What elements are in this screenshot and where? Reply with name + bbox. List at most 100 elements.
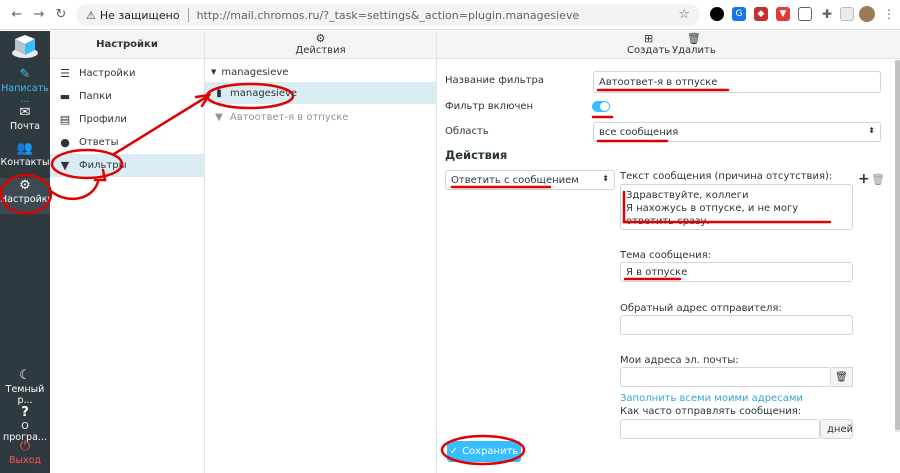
compose-icon: ✎ [19,67,31,82]
rail-settings-label: Настройки [0,194,54,205]
sliders-icon: ☰ [60,67,70,80]
translate-extension-icon[interactable]: G [732,7,746,21]
rail-dark-mode-label: Темный р... [5,384,45,406]
rail-logout[interactable]: ⏻ Выход [0,439,50,473]
settings-item-label: Фильтры [79,160,127,171]
trash-icon: 🗑 [686,32,701,45]
fill-addresses-link[interactable]: Заполнить всеми моими адресами [620,393,803,404]
url-text: http://mail.chromos.ru/?_task=settings&_… [196,8,580,22]
create-button-label: Создать [627,45,671,56]
settings-item-preferences[interactable]: ☰ Настройки [50,62,204,85]
rail-compose[interactable]: ✎ Написать ... [0,67,50,105]
settings-item-filters[interactable]: ▼ Фильтры [50,154,204,177]
filterset-header[interactable]: ▼ managesieve [205,62,436,82]
settings-item-label: Ответы [79,137,119,148]
filter-toolbar: ⊞ Создать 🗑 Удалить [437,31,900,59]
return-address-label: Обратный адрес отправителя: [620,303,782,314]
extension-icon[interactable] [710,7,724,21]
filter-item-vacation[interactable]: ▼ Автоответ-я в отпуске [205,106,436,128]
ublock-extension-icon[interactable]: ◆ [754,7,768,21]
rail-about[interactable]: ? О програ... [0,405,50,443]
settings-sections-column: Настройки ☰ Настройки ▬ Папки ▤ Профили … [50,31,205,473]
settings-item-responses[interactable]: ● Ответы [50,131,204,154]
form-scrollbar[interactable] [895,60,900,432]
scrollbar-thumb[interactable] [895,60,900,430]
return-address-input[interactable] [620,315,853,335]
filter-enabled-label: Фильтр включен [445,101,534,112]
scope-label: Область [445,126,489,137]
add-action-icon[interactable]: + [858,171,870,187]
back-icon[interactable]: ← [6,4,28,26]
gear-icon: ⚙ [19,178,31,193]
filter-enabled-toggle[interactable] [592,101,610,112]
gear-icon: ⚙ [315,32,326,45]
settings-item-label: Настройки [79,68,136,79]
left-rail: ✎ Написать ... ✉ Почта 👥 Контакты ⚙ Наст… [0,31,54,473]
action-type-select[interactable]: Ответить с сообщением ⬍ [445,170,615,190]
folder-icon: ▬ [59,90,71,103]
frequency-input[interactable] [620,419,820,439]
delete-action-icon[interactable]: 🗑 [871,173,885,186]
filters-column: ⚙ Действия ▼ managesieve ▮ managesieve ▼… [205,31,437,473]
users-icon: 👥 [16,141,34,156]
clear-addresses-button[interactable]: 🗑 [831,367,853,387]
rail-settings[interactable]: ⚙ Настройки [0,178,54,214]
body-textarea[interactable]: Здравствуйте, коллеги Я нахожусь в отпус… [620,184,853,230]
puzzle-extensions-icon[interactable]: ✚ [820,7,834,21]
create-button[interactable]: ⊞ Создать [627,32,670,56]
save-button-label: Сохранить [462,446,519,457]
url-separator [187,8,189,22]
filter-name-label: Название фильтра [445,75,544,86]
scope-select-value: все сообщения [599,126,679,138]
select-arrows-icon: ⬍ [868,126,875,135]
envelope-icon: ✉ [19,105,31,120]
delete-button-label: Удалить [672,45,716,56]
filter-icon: ▼ [215,111,223,123]
settings-item-label: Папки [79,91,112,102]
filter-item-label: Автоответ-я в отпуске [230,111,349,123]
body-label: Текст сообщения (причина отсутствия): [620,171,833,182]
settings-column-title: Настройки [50,31,204,59]
profile-avatar[interactable] [859,6,875,22]
scope-select[interactable]: все сообщения ⬍ [593,122,881,142]
body-line-1: Здравствуйте, коллеги [626,190,749,201]
address-bar[interactable]: ⚠ Не защищено http://mail.chromos.ru/?_t… [76,4,700,26]
filterset-item-managesieve[interactable]: ▮ managesieve [205,82,436,104]
sidepanel-icon[interactable] [840,7,854,21]
filter-name-input[interactable]: Автоответ-я в отпуске [593,71,881,93]
settings-item-folders[interactable]: ▬ Папки [50,85,204,108]
settings-item-identities[interactable]: ▤ Профили [50,108,204,131]
bookmark-star-icon[interactable]: ☆ [678,7,690,22]
browser-toolbar: ← → ↻ ⚠ Не защищено http://mail.chromos.… [0,0,900,30]
filterset-name: managesieve [221,66,289,78]
reload-icon[interactable]: ↻ [50,4,72,26]
power-icon: ⏻ [19,439,31,454]
rail-dark-mode[interactable]: ☾ Темный р... [0,368,50,406]
subject-input[interactable]: Я в отпуске [620,262,853,282]
rail-logout-label: Выход [8,455,42,466]
chevron-down-icon: ▼ [211,68,217,76]
screenshot-extension-icon[interactable] [798,7,812,21]
rail-mail-label: Почта [10,121,40,132]
save-button[interactable]: ✓ Сохранить [447,441,521,462]
filters-actions-label: Действия [295,45,346,56]
pocket-extension-icon[interactable]: ▼ [776,7,790,21]
moon-icon: ☾ [19,368,31,383]
filter-icon: ▼ [60,159,70,172]
rail-compose-label: Написать ... [1,83,49,105]
my-addresses-input[interactable] [620,367,831,387]
frequency-unit: дней [820,419,853,439]
forward-icon[interactable]: → [28,4,50,26]
rail-mail[interactable]: ✉ Почта [0,105,50,141]
check-icon: ✓ [449,446,459,457]
filters-actions-button[interactable]: ⚙ Действия [205,31,436,59]
browser-menu-icon[interactable]: ⋮ [882,7,896,21]
frequency-label: Как часто отправлять сообщения: [620,406,802,417]
action-type-value: Ответить с сообщением [451,174,579,186]
my-addresses-label: Мои адреса эл. почты: [620,355,739,366]
rail-contacts[interactable]: 👥 Контакты [0,141,50,177]
filterset-item-label: managesieve [230,87,298,99]
delete-button[interactable]: 🗑 Удалить [672,32,716,56]
warning-icon: ⚠ [86,8,96,22]
comment-icon: ● [60,136,70,149]
